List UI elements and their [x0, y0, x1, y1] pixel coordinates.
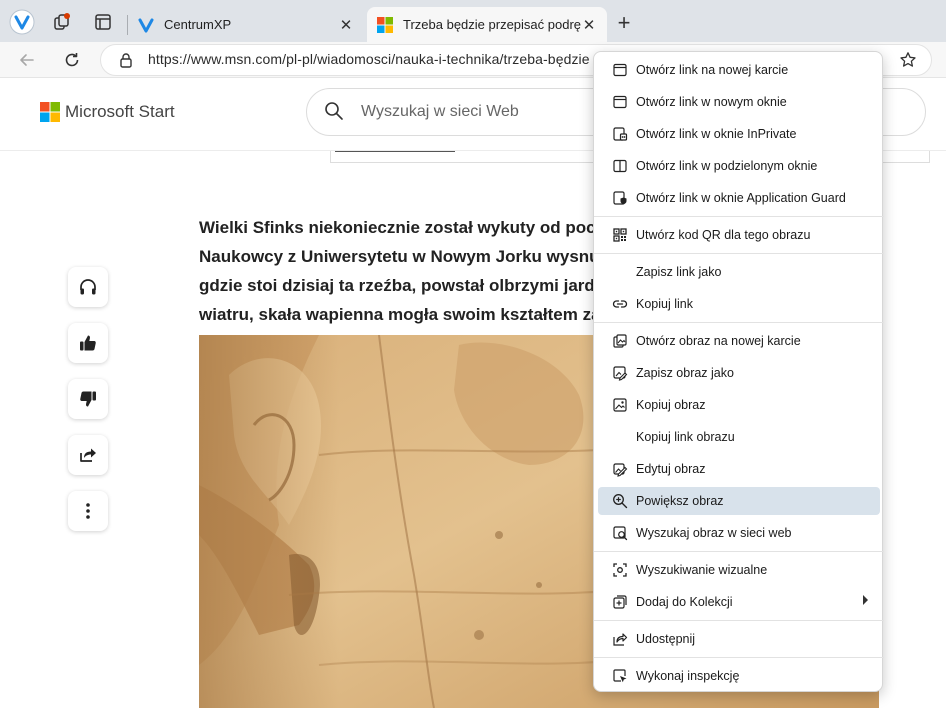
menu-separator: [594, 551, 884, 552]
new-tab-button[interactable]: +: [612, 12, 636, 36]
menu-item-save-image-as[interactable]: Zapisz obraz jako: [598, 359, 880, 387]
menu-item-copy-image[interactable]: Kopiuj obraz: [598, 391, 880, 419]
menu-separator: [594, 253, 884, 254]
menu-item-visual-search[interactable]: Wyszukiwanie wizualne: [598, 556, 880, 584]
menu-item-label: Otwórz link na nowej karcie: [636, 63, 789, 77]
more-options-button[interactable]: [68, 491, 108, 531]
menu-item-open-link-inprivate[interactable]: Otwórz link w oknie InPrivate: [598, 120, 880, 148]
menu-item-search-image-web[interactable]: Wyszukaj obraz w sieci web: [598, 519, 880, 547]
share-icon: [598, 625, 634, 653]
menu-item-share[interactable]: Udostępnij: [598, 625, 880, 653]
article-line: Wielki Sfinks niekoniecznie został wykut…: [199, 218, 605, 237]
favorite-star-icon[interactable]: [895, 48, 921, 72]
browser-logo-icon[interactable]: [9, 9, 35, 35]
article-line: wiatru, skała wapienna mogła swoim kszta…: [199, 305, 601, 324]
menu-item-zoom-image[interactable]: Powiększ obraz: [598, 487, 880, 515]
article-line: gdzie stoi dzisiaj ta rzeźba, powstał ol…: [199, 276, 595, 295]
save-image-icon: [598, 359, 634, 387]
close-tab-icon[interactable]: ✕: [338, 16, 354, 34]
inprivate-window-icon: [598, 120, 634, 148]
url-text: https://www.msn.com/pl-pl/wiadomosci/nau…: [148, 51, 590, 67]
new-window-icon: [598, 88, 634, 116]
qr-code-icon: [598, 221, 634, 249]
search-icon: [324, 101, 344, 121]
menu-separator: [594, 322, 884, 323]
tab-actions-icon[interactable]: [90, 9, 116, 35]
menu-item-label: Otwórz link w oknie InPrivate: [636, 127, 797, 141]
headphones-icon: [78, 277, 98, 297]
collections-icon: [598, 588, 634, 616]
tab-article[interactable]: Trzeba będzie przepisać podręcz ✕: [367, 7, 607, 42]
inspect-icon: [598, 662, 634, 690]
menu-item-label: Wyszukiwanie wizualne: [636, 563, 768, 577]
menu-item-open-link-split-window[interactable]: Otwórz link w podzielonym oknie: [598, 152, 880, 180]
menu-item-label: Powiększ obraz: [636, 494, 724, 508]
menu-item-label: Utwórz kod QR dla tego obrazu: [636, 228, 811, 242]
thumbs-up-icon: [78, 333, 98, 353]
menu-item-label: Kopiuj link obrazu: [636, 430, 735, 444]
edit-image-icon: [598, 455, 634, 483]
like-button[interactable]: [68, 323, 108, 363]
article-lead: Wielki Sfinks niekoniecznie został wykut…: [199, 213, 619, 329]
split-window-icon: [598, 152, 634, 180]
menu-item-save-link-as[interactable]: Zapisz link jako: [598, 258, 880, 286]
menu-item-label: Dodaj do Kolekcji: [636, 595, 733, 609]
menu-item-label: Wykonaj inspekcję: [636, 669, 740, 683]
menu-separator: [594, 657, 884, 658]
menu-item-label: Otwórz link w nowym oknie: [636, 95, 787, 109]
tab-centrumxp[interactable]: CentrumXP ✕: [128, 7, 364, 42]
menu-item-label: Otwórz obraz na nowej karcie: [636, 334, 801, 348]
menu-separator: [594, 620, 884, 621]
submenu-arrow-icon: [863, 595, 868, 605]
tab-title: Trzeba będzie przepisać podręcz: [403, 17, 581, 32]
search-placeholder: Wyszukaj w sieci Web: [361, 103, 519, 120]
new-tab-icon: [598, 56, 634, 84]
centrumxp-favicon-icon: [138, 17, 154, 33]
menu-item-copy-image-link[interactable]: Kopiuj link obrazu: [598, 423, 880, 451]
menu-item-create-qr-code[interactable]: Utwórz kod QR dla tego obrazu: [598, 221, 880, 249]
menu-item-open-link-new-tab[interactable]: Otwórz link na nowej karcie: [598, 56, 880, 84]
menu-item-label: Otwórz link w podzielonym oknie: [636, 159, 818, 173]
dislike-button[interactable]: [68, 379, 108, 419]
menu-item-label: Kopiuj obraz: [636, 398, 706, 412]
zoom-in-icon: [598, 487, 634, 515]
menu-item-label: Zapisz obraz jako: [636, 366, 734, 380]
share-icon: [78, 445, 98, 465]
visual-search-icon: [598, 556, 634, 584]
link-icon: [598, 290, 634, 318]
workspaces-icon[interactable]: [49, 9, 75, 35]
image-search-icon: [598, 519, 634, 547]
lock-icon[interactable]: [113, 48, 139, 72]
close-tab-icon[interactable]: ✕: [581, 16, 597, 34]
menu-item-open-link-new-window[interactable]: Otwórz link w nowym oknie: [598, 88, 880, 116]
copy-image-icon: [598, 391, 634, 419]
thumbs-down-icon: [78, 389, 98, 409]
share-article-button[interactable]: [68, 435, 108, 475]
back-icon[interactable]: [14, 48, 40, 72]
open-image-icon: [598, 327, 634, 355]
menu-separator: [594, 216, 884, 217]
menu-item-add-to-collections[interactable]: Dodaj do Kolekcji: [598, 588, 880, 616]
refresh-icon[interactable]: [59, 48, 85, 72]
menu-item-label: Kopiuj link: [636, 297, 693, 311]
context-menu: Otwórz link na nowej karcie Otwórz link …: [593, 51, 884, 692]
article-line: Naukowcy z Uniwersytetu w Nowym Jorku wy…: [199, 247, 600, 266]
more-vertical-icon: [78, 501, 98, 521]
menu-item-open-link-application-guard[interactable]: Otwórz link w oknie Application Guard: [598, 184, 880, 212]
menu-item-label: Zapisz link jako: [636, 265, 722, 279]
menu-item-label: Otwórz link w oknie Application Guard: [636, 191, 846, 205]
menu-item-label: Udostępnij: [636, 632, 696, 646]
tab-title: CentrumXP: [164, 17, 232, 32]
application-guard-icon: [598, 184, 634, 212]
menu-item-label: Edytuj obraz: [636, 462, 706, 476]
menu-item-label: Wyszukaj obraz w sieci web: [636, 526, 792, 540]
menu-item-copy-link[interactable]: Kopiuj link: [598, 290, 880, 318]
menu-item-edit-image[interactable]: Edytuj obraz: [598, 455, 880, 483]
brand-name[interactable]: Microsoft Start: [65, 102, 175, 122]
microsoft-favicon-icon: [377, 16, 393, 33]
menu-item-open-image-new-tab[interactable]: Otwórz obraz na nowej karcie: [598, 327, 880, 355]
menu-item-inspect[interactable]: Wykonaj inspekcję: [598, 662, 880, 690]
microsoft-logo-icon[interactable]: [40, 102, 60, 122]
listen-button[interactable]: [68, 267, 108, 307]
